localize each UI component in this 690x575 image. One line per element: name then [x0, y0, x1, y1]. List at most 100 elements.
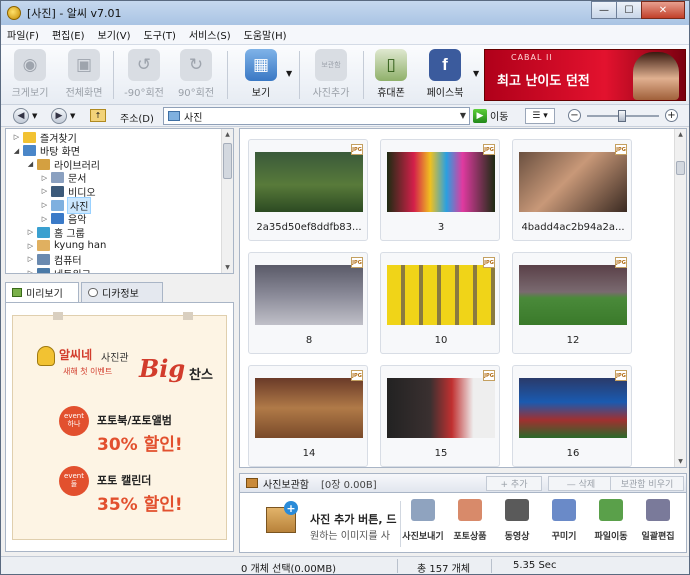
back-button[interactable]: ◀ — [13, 108, 29, 124]
photo-thumbnail[interactable]: JPG 3 — [380, 139, 500, 241]
jpg-file-icon: JPG — [483, 144, 495, 155]
album-title: 사진보관함 — [263, 479, 309, 491]
back-dropdown-icon[interactable]: ▼ — [32, 112, 37, 120]
tree-item[interactable]: ▷ 홈 그룹 — [26, 225, 85, 240]
menu-file[interactable]: 파일(F) — [7, 27, 39, 42]
tree-expand-icon[interactable]: ▷ — [40, 215, 49, 223]
zoom-out-button[interactable]: − — [568, 109, 581, 122]
view-button[interactable]: ▦ 보기 — [241, 49, 281, 103]
album-action-button[interactable]: 파일이동 — [588, 499, 634, 542]
tree-item[interactable]: ▷ 즐겨찾기 — [12, 130, 77, 145]
tree-expand-icon[interactable]: ▷ — [40, 174, 49, 182]
tree-item[interactable]: ▷ kyung han — [26, 239, 106, 253]
go-button[interactable]: ▶ 이동 — [473, 108, 508, 123]
menu-tools[interactable]: 도구(T) — [144, 27, 176, 42]
menu-service[interactable]: 서비스(S) — [189, 27, 231, 42]
tree-expand-icon[interactable]: ▷ — [40, 201, 49, 209]
forward-button[interactable]: ▶ — [51, 108, 67, 124]
scroll-thumb[interactable] — [223, 143, 232, 179]
share-dropdown-icon[interactable]: ▼ — [473, 69, 479, 78]
photo-thumbnail[interactable]: JPG 8 — [248, 252, 368, 354]
tree-item[interactable]: ▷ 비디오 — [40, 184, 96, 199]
add-photo-button[interactable]: 보관함 사진추가 — [307, 49, 355, 103]
status-divider — [397, 559, 398, 573]
address-dropdown-icon[interactable]: ▼ — [460, 111, 466, 120]
tree-expand-icon[interactable]: ▷ — [40, 187, 49, 195]
scroll-up-icon[interactable]: ▲ — [675, 129, 686, 140]
album-action-button[interactable]: 일괄편집 — [635, 499, 681, 542]
album-empty-button[interactable]: 보관함 비우기 — [610, 476, 684, 491]
tree-item[interactable]: ▷ 문서 — [40, 171, 86, 185]
view-dropdown-icon[interactable]: ▼ — [286, 69, 292, 78]
menu-help[interactable]: 도움말(H) — [244, 27, 287, 42]
toolbar-divider — [299, 51, 300, 99]
photo-thumbnail[interactable]: JPG 14 — [248, 365, 368, 467]
photo-thumbnail[interactable]: JPG 16 — [512, 365, 632, 467]
tab-camera-info[interactable]: 디카정보 — [81, 282, 163, 302]
album-delete-button[interactable]: — 삭제 — [548, 476, 614, 491]
enlarge-view-button[interactable]: ◉ 크게보기 — [7, 49, 53, 103]
photo-thumbnail[interactable]: JPG 10 — [380, 252, 500, 354]
tree-scrollbar[interactable]: ▲ ▼ — [221, 129, 233, 273]
video-icon — [505, 499, 529, 521]
maximize-button[interactable]: ☐ — [616, 1, 642, 19]
owl-mascot-icon — [37, 346, 55, 366]
phone-button[interactable]: ▯ 휴대폰 — [371, 49, 411, 103]
tree-item[interactable]: ▷ 사진 — [40, 196, 92, 214]
album-action-button[interactable]: 동영상 — [494, 499, 540, 542]
tree-item[interactable]: ▷ 컴퓨터 — [26, 252, 82, 267]
address-input[interactable]: 사진 ▼ — [163, 107, 470, 125]
fullscreen-button[interactable]: ▣ 전체화면 — [61, 49, 107, 103]
photo-thumbnail[interactable]: JPG 15 — [380, 365, 500, 467]
close-button[interactable]: ✕ — [641, 1, 685, 19]
promo-ad[interactable]: 알씨네 사진관 새해 첫 이벤트 Big 찬스 event 하나 포토북/포토앨… — [12, 312, 227, 540]
tree-expand-icon[interactable]: ▷ — [26, 255, 35, 263]
tree-expand-icon[interactable]: ▷ — [26, 242, 35, 250]
photo-thumbnail[interactable]: JPG 4badd4ac2b94a2a... — [512, 139, 632, 241]
tree-item[interactable]: ◢ 라이브러리 — [26, 157, 100, 172]
scroll-down-icon[interactable]: ▼ — [222, 262, 233, 273]
go-label: 이동 — [490, 112, 509, 123]
tab-preview[interactable]: 미리보기 — [5, 282, 79, 302]
tree-expand-icon[interactable]: ◢ — [26, 160, 35, 168]
zoom-slider[interactable] — [587, 110, 659, 122]
album-box-icon — [246, 478, 258, 488]
tree-expand-icon[interactable]: ◢ — [12, 147, 21, 155]
album-action-button[interactable]: 꾸미기 — [541, 499, 587, 542]
grid-view-icon: ▦ — [245, 49, 277, 81]
album-action-button[interactable]: 포토상품 — [447, 499, 493, 542]
magnify-camera-icon: ◉ — [14, 49, 46, 81]
preview-tabs: 미리보기 디카정보 — [5, 282, 234, 302]
tree-item[interactable]: ▷ 네트워크 — [26, 266, 91, 273]
album-body: + 사진 추가 버튼, 드 원하는 이미지를 사 사진보내기 포토상품 동영상 꾸미기… — [239, 493, 687, 553]
ad-banner[interactable]: CABAL II 최고 난이도 던전 — [484, 49, 686, 101]
photo-image — [255, 378, 363, 438]
rotate-right-button[interactable]: ↻ 90°회전 — [173, 49, 219, 103]
scroll-thumb[interactable] — [676, 161, 685, 175]
menu-view[interactable]: 보기(V) — [98, 27, 131, 42]
jpg-file-icon: JPG — [615, 144, 627, 155]
grid-scrollbar[interactable]: ▲ ▼ — [674, 129, 686, 467]
zoom-in-button[interactable]: + — [665, 109, 678, 122]
minimize-button[interactable]: — — [591, 1, 617, 19]
album-add-button[interactable]: + 추가 — [486, 476, 542, 491]
menu-bar: 파일(F) 편집(E) 보기(V) 도구(T) 서비스(S) 도움말(H) — [1, 25, 689, 45]
facebook-button[interactable]: f 페이스북 — [421, 49, 469, 103]
tree-item[interactable]: ◢ 바탕 화면 — [12, 144, 80, 158]
rotate-left-button[interactable]: ↺ -90°회전 — [119, 49, 169, 103]
scroll-up-icon[interactable]: ▲ — [222, 129, 233, 140]
zoom-slider-thumb[interactable] — [617, 110, 626, 122]
scroll-down-icon[interactable]: ▼ — [675, 456, 686, 467]
status-divider — [491, 559, 492, 573]
tree-expand-icon[interactable]: ▷ — [26, 269, 35, 273]
tree-expand-icon[interactable]: ▷ — [26, 228, 35, 236]
tree-item[interactable]: ▷ 음악 — [40, 212, 86, 226]
menu-edit[interactable]: 편집(E) — [52, 27, 85, 42]
up-folder-icon[interactable]: ↑ — [90, 109, 106, 122]
view-mode-selector[interactable]: ☰ ▾ — [525, 108, 555, 124]
tree-expand-icon[interactable]: ▷ — [12, 133, 21, 141]
photo-thumbnail[interactable]: JPG 12 — [512, 252, 632, 354]
album-action-button[interactable]: 사진보내기 — [400, 499, 446, 542]
photo-thumbnail[interactable]: JPG 2a35d50ef8ddfb83... — [248, 139, 368, 241]
forward-dropdown-icon[interactable]: ▼ — [70, 112, 75, 120]
